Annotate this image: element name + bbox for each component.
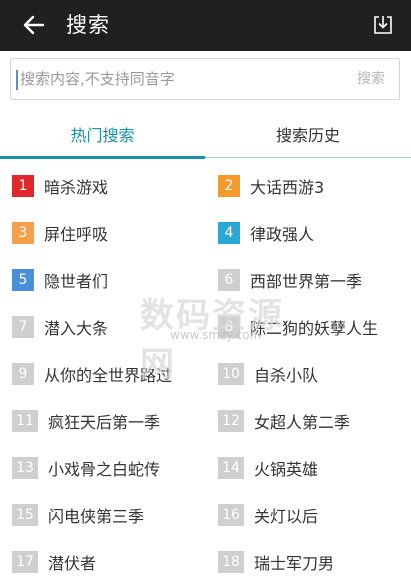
- hot-search-label: 瑞士军刀男: [254, 554, 335, 573]
- rank-badge: 17: [12, 551, 38, 573]
- hot-search-item[interactable]: 4 律政强人: [218, 218, 314, 248]
- hot-search-label: 小戏骨之白蛇传: [48, 460, 161, 479]
- hot-search-item[interactable]: 14 火锅英雄: [218, 453, 318, 483]
- hot-search-label: 闪电侠第三季: [48, 507, 145, 526]
- rank-badge: 13: [12, 457, 38, 479]
- hot-search-label: 屏住呼吸: [44, 225, 109, 244]
- rank-badge: 18: [218, 551, 244, 573]
- rank-badge: 2: [218, 175, 240, 197]
- hot-search-item[interactable]: 17 潜伏者: [12, 547, 96, 577]
- text-cursor: [16, 70, 18, 90]
- rank-badge: 11: [12, 410, 38, 432]
- rank-badge: 4: [218, 222, 240, 244]
- rank-badge: 16: [218, 504, 244, 526]
- page-title: 搜索: [66, 13, 110, 37]
- download-icon: [374, 16, 392, 34]
- hot-search-label: 疯狂天后第一季: [48, 413, 161, 432]
- hot-search-label: 从你的全世界路过: [44, 366, 173, 385]
- search-bar: 搜索: [10, 58, 400, 100]
- rank-badge: 12: [218, 410, 244, 432]
- hot-search-item[interactable]: 16 关灯以后: [218, 500, 318, 530]
- rank-badge: 1: [12, 175, 34, 197]
- hot-search-label: 火锅英雄: [254, 460, 319, 479]
- rank-badge: 6: [218, 269, 240, 291]
- rank-badge: 14: [218, 457, 244, 479]
- hot-search-label: 陈二狗的妖孽人生: [250, 319, 379, 338]
- rank-badge: 7: [12, 316, 34, 338]
- hot-search-label: 西部世界第一季: [250, 272, 363, 291]
- hot-search-item[interactable]: 1 暗杀游戏: [12, 171, 108, 201]
- search-button[interactable]: 搜索: [357, 69, 385, 89]
- hot-search-label: 律政强人: [250, 225, 315, 244]
- hot-search-item[interactable]: 6 西部世界第一季: [218, 265, 362, 295]
- hot-search-item[interactable]: 15 闪电侠第三季: [12, 500, 144, 530]
- hot-search-item[interactable]: 12 女超人第二季: [218, 406, 350, 436]
- rank-badge: 5: [12, 269, 34, 291]
- rank-badge: 15: [12, 504, 38, 526]
- rank-badge: 8: [218, 316, 240, 338]
- tab-hot-search[interactable]: 热门搜索: [0, 116, 205, 156]
- hot-search-label: 自杀小队: [254, 366, 319, 385]
- hot-search-item[interactable]: 7 潜入大条: [12, 312, 108, 342]
- hot-search-item[interactable]: 18 瑞士军刀男: [218, 547, 334, 577]
- hot-search-label: 隐世者们: [44, 272, 109, 291]
- tab-divider: [205, 157, 411, 158]
- hot-search-label: 潜入大条: [44, 319, 109, 338]
- hot-search-list: 1 暗杀游戏 2 大话西游3 3 屏住呼吸 4 律政强人 5 隐世者们 6 西部世界第一季 7 潜入大条 8…: [0, 163, 411, 575]
- rank-badge: 3: [12, 222, 34, 244]
- arrow-left-icon: [23, 15, 45, 35]
- download-button[interactable]: [369, 11, 397, 39]
- hot-search-item[interactable]: 2 大话西游3: [218, 171, 324, 201]
- tab-search-history[interactable]: 搜索历史: [205, 116, 411, 156]
- hot-search-label: 女超人第二季: [254, 413, 351, 432]
- hot-search-item[interactable]: 8 陈二狗的妖孽人生: [218, 312, 378, 342]
- tab-bar: 热门搜索 搜索历史: [0, 116, 411, 160]
- hot-search-item[interactable]: 10 自杀小队: [218, 359, 318, 389]
- hot-search-label: 大话西游3: [250, 178, 325, 197]
- search-input[interactable]: [20, 59, 340, 99]
- hot-search-item[interactable]: 11 疯狂天后第一季: [12, 406, 160, 436]
- hot-search-label: 关灯以后: [254, 507, 319, 526]
- hot-search-item[interactable]: 3 屏住呼吸: [12, 218, 108, 248]
- hot-search-item[interactable]: 13 小戏骨之白蛇传: [12, 453, 160, 483]
- back-button[interactable]: [18, 9, 50, 41]
- top-app-bar: 搜索: [0, 0, 411, 51]
- hot-search-item[interactable]: 9 从你的全世界路过: [12, 359, 172, 389]
- rank-badge: 9: [12, 363, 34, 385]
- active-tab-indicator: [0, 156, 205, 159]
- hot-search-label: 暗杀游戏: [44, 178, 109, 197]
- hot-search-label: 潜伏者: [48, 554, 97, 573]
- hot-search-item[interactable]: 5 隐世者们: [12, 265, 108, 295]
- rank-badge: 10: [218, 363, 244, 385]
